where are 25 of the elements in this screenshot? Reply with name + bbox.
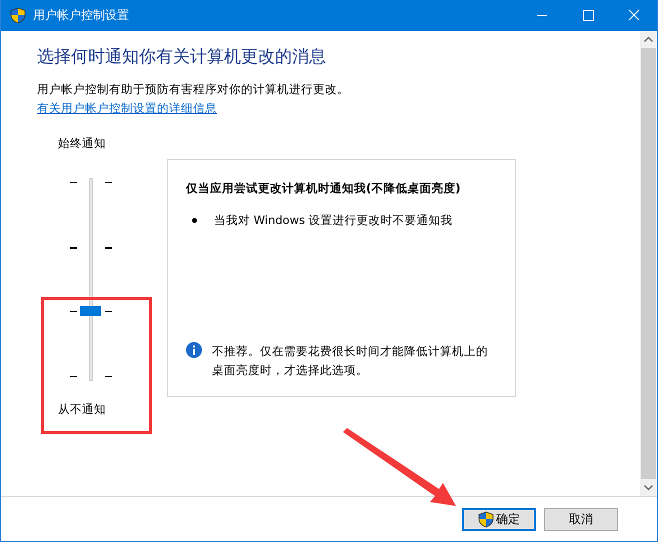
tick-mark (105, 311, 112, 312)
shield-icon (10, 7, 26, 24)
slider-thumb[interactable] (80, 306, 101, 316)
info-title: 仅当应用尝试更改计算机时通知我(不降低桌面亮度) (186, 180, 462, 196)
bullet-dot (192, 218, 197, 222)
bullet-text: 当我对 Windows 设置进行更改时不要通知我 (214, 212, 453, 228)
slider-bottom-label: 从不通知 (57, 401, 106, 417)
ok-button[interactable]: 确定 (462, 508, 536, 530)
window-title: 用户帐户控制设置 (33, 7, 129, 24)
tick-mark (70, 182, 77, 183)
tick-mark (70, 246, 77, 248)
description-text: 用户帐户控制有助于预防有害程序对你的计算机进行更改。 (37, 81, 350, 97)
cancel-button[interactable]: 取消 (544, 508, 618, 530)
info-icon (186, 342, 202, 358)
scrollbar[interactable] (640, 31, 657, 496)
shield-icon (478, 510, 494, 528)
help-link[interactable]: 有关用户帐户控制设置的详细信息 (37, 100, 217, 116)
note-text: 不推荐。仅在需要花费很长时间才能降低计算机上的桌面亮度时，才选择此选项。 (212, 343, 489, 379)
tick-mark (105, 182, 112, 183)
slider-top-label: 始终通知 (57, 135, 106, 151)
tick-mark (105, 246, 112, 248)
slider-track[interactable] (89, 178, 93, 381)
scroll-thumb[interactable] (641, 48, 656, 479)
tick-mark (70, 311, 77, 312)
heading: 选择何时通知你有关计算机更改的消息 (37, 46, 327, 68)
